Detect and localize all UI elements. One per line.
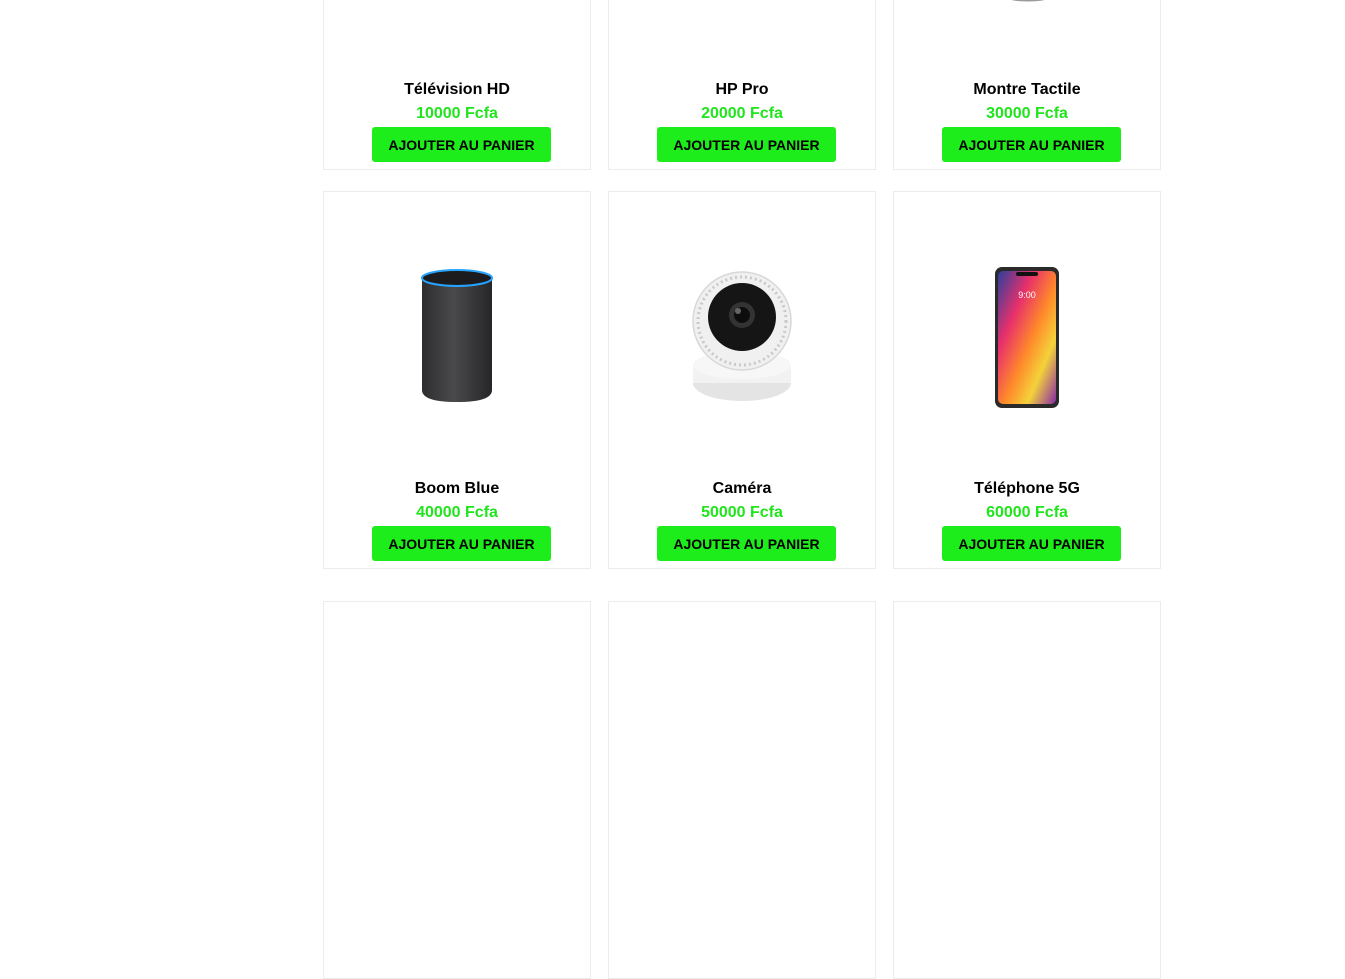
product-card bbox=[608, 601, 876, 979]
product-image bbox=[324, 192, 590, 482]
camera-image bbox=[692, 270, 792, 401]
phone-image: 9:00 bbox=[995, 266, 1059, 408]
product-price: 30000 Fcfa bbox=[986, 105, 1068, 122]
product-name: HP Pro bbox=[715, 81, 769, 98]
product-card bbox=[323, 601, 591, 979]
product-price: 60000 Fcfa bbox=[986, 504, 1068, 521]
add-to-cart-button[interactable]: AJOUTER AU PANIER bbox=[942, 127, 1121, 162]
svg-text:9:00: 9:00 bbox=[1018, 290, 1036, 300]
product-name: Boom Blue bbox=[414, 480, 500, 497]
add-to-cart-button[interactable]: AJOUTER AU PANIER bbox=[942, 526, 1121, 561]
product-card bbox=[893, 601, 1161, 979]
add-to-cart-button[interactable]: AJOUTER AU PANIER bbox=[657, 127, 836, 162]
product-name: Téléphone 5G bbox=[974, 480, 1080, 497]
product-price: 50000 Fcfa bbox=[701, 504, 783, 521]
product-image bbox=[609, 0, 875, 83]
add-to-cart-button[interactable]: AJOUTER AU PANIER bbox=[372, 526, 551, 561]
product-name: Télévision HD bbox=[404, 81, 510, 98]
product-image: 9:00 bbox=[894, 192, 1160, 482]
product-image bbox=[609, 192, 875, 482]
product-image bbox=[324, 0, 590, 83]
product-card: Télévision HD 10000 Fcfa AJOUTER AU PANI… bbox=[323, 0, 591, 170]
product-name: Caméra bbox=[712, 480, 772, 497]
product-price: 40000 Fcfa bbox=[416, 504, 498, 521]
product-price: 20000 Fcfa bbox=[701, 105, 783, 122]
add-to-cart-button[interactable]: AJOUTER AU PANIER bbox=[657, 526, 836, 561]
product-card: Montre Tactile 30000 Fcfa AJOUTER AU PAN… bbox=[893, 0, 1161, 170]
product-price: 10000 Fcfa bbox=[416, 105, 498, 122]
product-card: 9:00 Téléphone 5G 60000 Fcfa AJOUTER AU … bbox=[893, 191, 1161, 569]
product-card: Boom Blue 40000 Fcfa AJOUTER AU PANIER bbox=[323, 191, 591, 569]
product-image bbox=[894, 0, 1160, 83]
product-name: Montre Tactile bbox=[973, 81, 1081, 98]
product-card: HP Pro 20000 Fcfa AJOUTER AU PANIER bbox=[608, 0, 876, 170]
product-card: Caméra 50000 Fcfa AJOUTER AU PANIER bbox=[608, 191, 876, 569]
add-to-cart-button[interactable]: AJOUTER AU PANIER bbox=[372, 127, 551, 162]
speaker-image bbox=[421, 269, 493, 402]
